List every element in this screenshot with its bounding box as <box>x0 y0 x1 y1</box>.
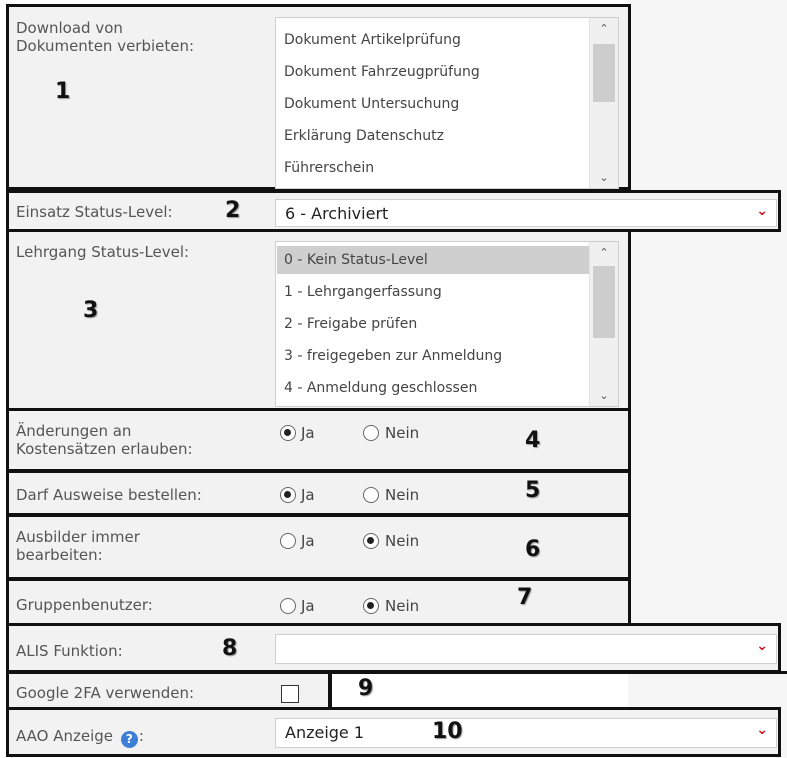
marker-3: 3 <box>83 298 99 323</box>
ausbilder-nein-label[interactable]: Nein <box>385 532 419 550</box>
marker-10: 10 <box>432 719 463 744</box>
scroll-down-icon[interactable]: ⌄ <box>590 389 618 402</box>
question-icon[interactable]: ? <box>120 731 138 748</box>
divider-line <box>329 671 332 707</box>
chevron-down-icon[interactable]: ⌄ <box>756 722 768 738</box>
ausweise-ja-radio[interactable] <box>280 487 296 503</box>
lehrgang-scrollbar[interactable]: ⌃ ⌄ <box>589 242 618 406</box>
kosten-ja-radio[interactable] <box>280 425 296 441</box>
marker-1: 1 <box>55 79 71 104</box>
alis-row: ALIS Funktion: 8 ⌄ <box>6 623 781 673</box>
gruppen-label: Gruppenbenutzer: <box>16 596 153 614</box>
kosten-nein-label[interactable]: Nein <box>385 424 419 442</box>
gruppen-nein-label[interactable]: Nein <box>385 597 419 615</box>
google-2fa-checkbox[interactable] <box>281 685 299 703</box>
scroll-up-icon[interactable]: ⌃ <box>590 22 618 35</box>
list-item[interactable]: 2 - Freigabe prüfen <box>284 316 417 332</box>
marker-2: 2 <box>225 198 241 223</box>
einsatz-value: 6 - Archiviert <box>285 204 389 223</box>
google-label: Google 2FA verwenden: <box>16 684 195 702</box>
aao-label-wrap: AAO Anzeige ?: <box>16 727 144 748</box>
download-label: Download von Dokumenten verbieten: <box>16 19 195 55</box>
gruppen-ja-label[interactable]: Ja <box>301 597 315 615</box>
ausweise-ja-label[interactable]: Ja <box>301 486 315 504</box>
download-listbox[interactable]: Dokument Artikelprüfung Dokument Fahrzeu… <box>275 17 619 189</box>
divider-line <box>329 671 787 674</box>
ausweise-nein-radio[interactable] <box>363 487 379 503</box>
list-item[interactable]: Dokument Fahrzeugprüfung <box>284 64 480 80</box>
alis-label: ALIS Funktion: <box>16 642 123 660</box>
ausweise-nein-label[interactable]: Nein <box>385 486 419 504</box>
einsatz-row: Einsatz Status-Level: 2 6 - Archiviert ⌄ <box>6 190 781 232</box>
list-item-selected[interactable]: 0 - Kein Status-Level <box>277 246 592 274</box>
chevron-down-icon[interactable]: ⌄ <box>756 203 768 219</box>
ausbilder-label: Ausbilder immer bearbeiten: <box>16 528 140 564</box>
lehrgang-row: Lehrgang Status-Level: 3 0 - Kein Status… <box>6 229 631 411</box>
list-item[interactable]: Erklärung Datenschutz <box>284 128 444 144</box>
marker-9: 9 <box>358 676 374 701</box>
list-item[interactable]: 3 - freigegeben zur Anmeldung <box>284 348 502 364</box>
chevron-down-icon[interactable]: ⌄ <box>756 638 768 654</box>
aao-label-suffix: : <box>138 727 144 745</box>
ausbilder-ja-label[interactable]: Ja <box>301 532 315 550</box>
list-item[interactable]: 4 - Anmeldung geschlossen <box>284 380 477 396</box>
marker-8: 8 <box>222 636 238 661</box>
gruppen-row: Gruppenbenutzer: Ja Nein 7 <box>6 578 631 626</box>
scrollbar-thumb[interactable] <box>593 44 615 102</box>
ausweise-row: Darf Ausweise bestellen: Ja Nein 5 <box>6 470 631 516</box>
download-scrollbar[interactable]: ⌃ ⌄ <box>589 18 618 188</box>
list-item[interactable]: Dokument Untersuchung <box>284 96 459 112</box>
aao-label: AAO Anzeige <box>16 727 114 745</box>
marker-4: 4 <box>525 428 541 453</box>
lehrgang-label: Lehrgang Status-Level: <box>16 243 190 261</box>
scrollbar-thumb[interactable] <box>593 266 615 338</box>
google-row: Google 2FA verwenden: <box>6 671 331 711</box>
einsatz-select[interactable]: 6 - Archiviert ⌄ <box>275 199 777 227</box>
alis-select[interactable]: ⌄ <box>275 634 777 664</box>
scroll-up-icon[interactable]: ⌃ <box>590 246 618 259</box>
ausbilder-row: Ausbilder immer bearbeiten: Ja Nein 6 <box>6 514 631 580</box>
scroll-down-icon[interactable]: ⌄ <box>590 171 618 184</box>
ausbilder-nein-radio[interactable] <box>363 533 379 549</box>
aao-value: Anzeige 1 <box>285 723 365 742</box>
kosten-ja-label[interactable]: Ja <box>301 424 315 442</box>
lehrgang-listbox[interactable]: 0 - Kein Status-Level 1 - Lehrgangerfass… <box>275 241 619 407</box>
download-row: Download von Dokumenten verbieten: 1 Dok… <box>6 4 631 190</box>
kosten-row: Änderungen an Kostensätzen erlauben: Ja … <box>6 408 631 472</box>
kosten-nein-radio[interactable] <box>363 425 379 441</box>
list-item[interactable]: Führerschein <box>284 160 374 176</box>
aao-row: AAO Anzeige ?: Anzeige 1 ⌄ 10 <box>6 707 781 757</box>
list-item[interactable]: 1 - Lehrgangerfassung <box>284 284 442 300</box>
kosten-label: Änderungen an Kostensätzen erlauben: <box>16 422 193 458</box>
marker-7: 7 <box>517 585 533 610</box>
einsatz-label: Einsatz Status-Level: <box>16 203 173 221</box>
gruppen-ja-radio[interactable] <box>280 598 296 614</box>
list-item[interactable]: Dokument Artikelprüfung <box>284 32 461 48</box>
aao-select[interactable]: Anzeige 1 ⌄ <box>275 718 777 748</box>
marker-5: 5 <box>525 478 541 503</box>
ausbilder-ja-radio[interactable] <box>280 533 296 549</box>
gruppen-nein-radio[interactable] <box>363 598 379 614</box>
marker-6: 6 <box>525 537 541 562</box>
ausweise-label: Darf Ausweise bestellen: <box>16 486 202 504</box>
